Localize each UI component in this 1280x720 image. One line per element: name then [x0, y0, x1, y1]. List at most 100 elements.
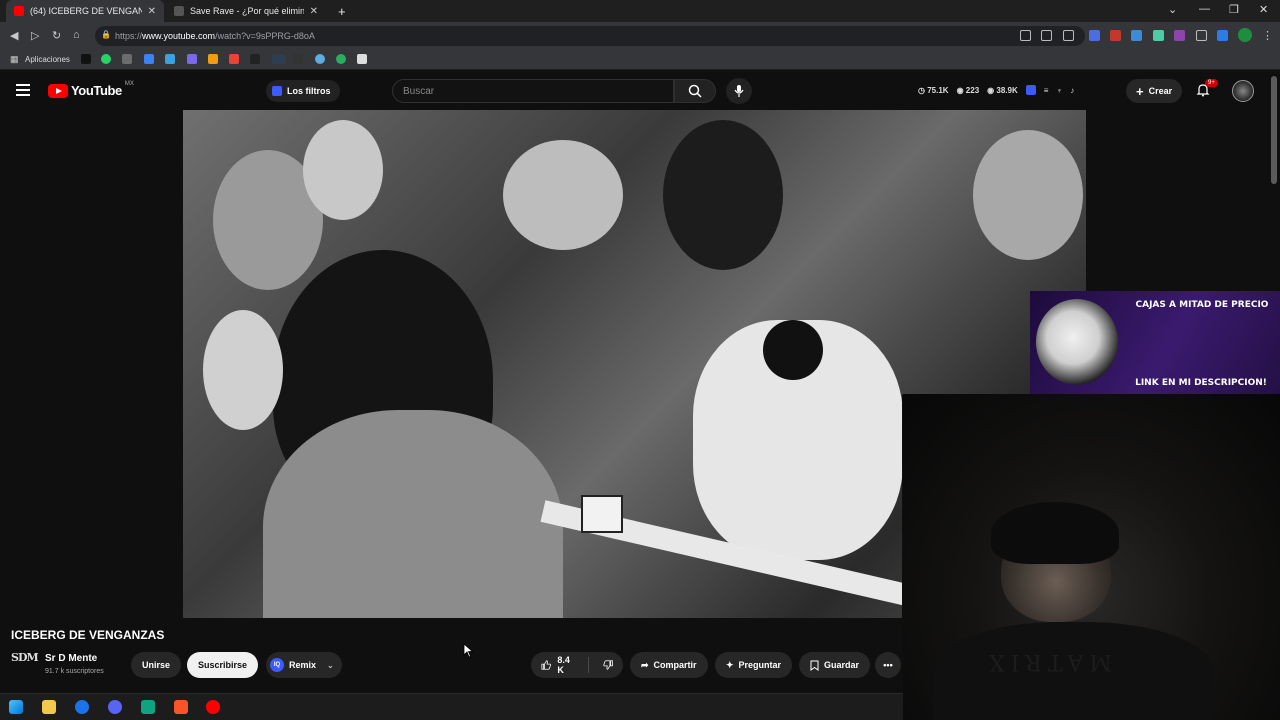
bookmark-icon[interactable]: [336, 54, 346, 64]
remix-button[interactable]: IQ Remix ⌄: [266, 652, 342, 678]
youtube-logo[interactable]: YouTube MX: [48, 81, 134, 98]
bookmark-icon[interactable]: [187, 54, 197, 64]
puzzle-icon[interactable]: [1131, 30, 1142, 41]
save-button[interactable]: Guardar: [799, 652, 871, 678]
bookmark-icon[interactable]: [165, 54, 175, 64]
download-icon[interactable]: [1196, 30, 1207, 41]
windows-start-icon[interactable]: [9, 700, 23, 714]
ask-button[interactable]: ✦ Preguntar: [715, 652, 793, 678]
video-frame-shape: [503, 140, 623, 250]
subscribe-button[interactable]: Suscribirse: [187, 652, 259, 678]
bookmark-icon[interactable]: [250, 54, 260, 64]
maximize-icon[interactable]: ❐: [1229, 3, 1239, 16]
chatgpt-icon[interactable]: [141, 700, 155, 714]
create-button[interactable]: + Crear: [1126, 79, 1183, 103]
mouse-cursor-icon: [463, 643, 473, 658]
menu-dots-icon[interactable]: ⋮: [1262, 29, 1273, 42]
bookmark-star-icon[interactable]: [1063, 30, 1074, 41]
queue-icon[interactable]: ≡: [1044, 86, 1049, 95]
forward-icon[interactable]: ▷: [31, 29, 39, 42]
bookmark-icon[interactable]: [315, 54, 325, 64]
browser-tab[interactable]: Save Rave - ¿Por qué eliminaron ✕: [166, 0, 326, 22]
profile-avatar[interactable]: [1238, 28, 1252, 42]
apps-grid-icon[interactable]: ▦: [10, 54, 19, 65]
extension-icon[interactable]: [1174, 30, 1185, 41]
lock-icon[interactable]: 🔒: [101, 30, 111, 39]
url-path: /watch?v=9sPPRG-d8oA: [215, 31, 315, 41]
side-panel-icon[interactable]: [1217, 30, 1228, 41]
bookmark-icon[interactable]: [272, 54, 286, 64]
close-tab-icon[interactable]: ✕: [310, 6, 318, 17]
new-tab-button[interactable]: +: [330, 0, 350, 22]
brave-icon[interactable]: [174, 700, 188, 714]
youtube-app-icon[interactable]: [206, 700, 220, 714]
search-icon: [688, 84, 702, 98]
filters-button[interactable]: Los filtros: [266, 80, 340, 102]
more-actions-button[interactable]: •••: [875, 652, 901, 678]
promo-text-bottom: LINK EN MI DESCRIPCION!: [1135, 378, 1267, 388]
share-page-icon[interactable]: [1041, 30, 1052, 41]
search-input[interactable]: Buscar: [392, 79, 674, 103]
whatsapp-icon[interactable]: [101, 54, 111, 64]
bookmark-icon[interactable]: [208, 54, 218, 64]
back-icon[interactable]: ◀: [10, 29, 18, 42]
notifications-button[interactable]: 9+: [1196, 79, 1218, 102]
like-count[interactable]: 8.4 K: [557, 655, 576, 675]
channel-name[interactable]: Sr D Mente: [45, 653, 97, 664]
menu-hamburger-icon[interactable]: [16, 84, 30, 96]
dislike-icon[interactable]: [603, 659, 613, 671]
video-frame-shape: [663, 120, 783, 270]
reload-icon[interactable]: ↻: [52, 29, 61, 42]
page-scrollbar[interactable]: [1271, 76, 1277, 184]
account-avatar[interactable]: [1232, 80, 1254, 102]
search-button[interactable]: [674, 79, 716, 103]
bookmark-icon[interactable]: [122, 54, 132, 64]
channel-avatar[interactable]: SDM: [11, 651, 39, 673]
url-prefix: https://: [115, 31, 143, 41]
extension-icon[interactable]: [1025, 85, 1036, 95]
home-icon[interactable]: ⌂: [73, 29, 80, 41]
bookmark-apps[interactable]: Aplicaciones: [25, 55, 70, 64]
plus-icon: +: [1136, 83, 1144, 99]
tab-title: Save Rave - ¿Por qué eliminaron: [190, 6, 304, 16]
browser-tab-active[interactable]: (64) ICEBERG DE VENGANZA ✕: [6, 0, 164, 22]
filters-label: Los filtros: [287, 86, 331, 96]
voice-search-button[interactable]: [726, 78, 752, 104]
gmail-icon[interactable]: [229, 54, 239, 64]
share-button[interactable]: ➦ Compartir: [630, 652, 708, 678]
close-window-icon[interactable]: ✕: [1259, 3, 1268, 16]
tab-search-icon[interactable]: ⌄: [1168, 3, 1177, 16]
extension-icon[interactable]: [1153, 30, 1164, 41]
address-bar[interactable]: 🔒 https://www.youtube.com/watch?v=9sPPRG…: [95, 26, 1085, 46]
extension-stats: ◷ 75.1K ◉ 223 ◉ 38.9K ≡ ♆ ♪: [918, 85, 1074, 95]
bell-small-icon[interactable]: ♪: [1070, 86, 1074, 95]
bookmark-icon[interactable]: [357, 54, 367, 64]
subscriber-count: 91.7 k suscriptores: [45, 668, 104, 675]
bookmark-icon[interactable]: [293, 54, 303, 64]
stat-value: 223: [965, 85, 980, 95]
bookmarks-bar: ▦ Aplicaciones: [0, 49, 1280, 70]
chevron-down-icon[interactable]: ⌄: [327, 661, 334, 670]
divider: [587, 657, 589, 673]
chrome-icon[interactable]: [75, 700, 89, 714]
remix-icon: IQ: [270, 658, 284, 672]
install-app-icon[interactable]: [1020, 30, 1031, 41]
windows-taskbar: [0, 693, 903, 720]
join-button[interactable]: Unirse: [131, 652, 182, 678]
discord-icon[interactable]: [108, 700, 122, 714]
like-icon[interactable]: [541, 659, 551, 671]
clock-icon: ◷: [918, 85, 925, 95]
video-frame-shape: [973, 130, 1083, 260]
video-title: ICEBERG DE VENGANZAS: [11, 628, 165, 642]
share-label: Compartir: [653, 660, 697, 670]
minimize-icon[interactable]: —: [1199, 3, 1210, 15]
eye-icon: ◉: [956, 85, 964, 95]
trophy-icon[interactable]: ♆: [1056, 86, 1062, 95]
bookmark-icon[interactable]: [81, 54, 91, 64]
extension-icon[interactable]: [1110, 30, 1121, 41]
bookmark-icon[interactable]: [144, 54, 154, 64]
like-dislike-group: 8.4 K: [531, 652, 623, 678]
file-explorer-icon[interactable]: [42, 700, 56, 714]
extension-icon[interactable]: [1089, 30, 1100, 41]
close-tab-icon[interactable]: ✕: [148, 6, 156, 17]
